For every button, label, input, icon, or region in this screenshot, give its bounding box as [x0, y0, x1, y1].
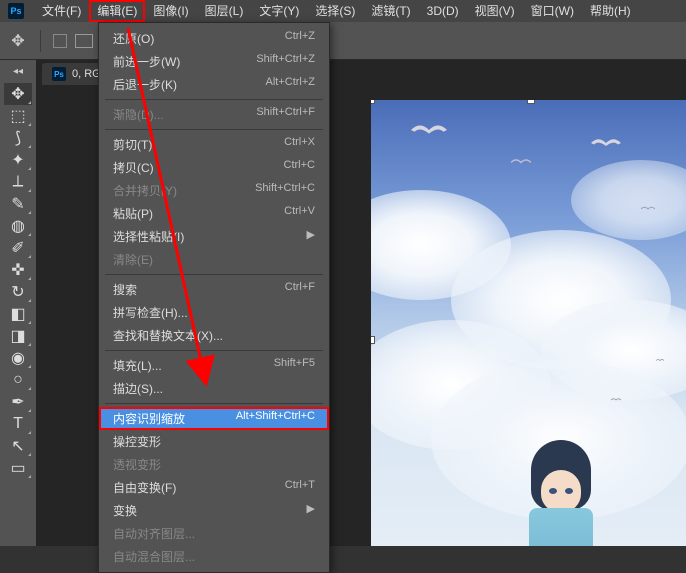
marquee-tool[interactable]: ⬚	[4, 105, 32, 127]
collapse-toolbar-icon[interactable]: ◂◂	[13, 66, 23, 77]
lasso-tool[interactable]: ⟆	[4, 127, 32, 149]
menu-item[interactable]: 变换▶	[99, 499, 329, 522]
dodge-tool[interactable]: ○	[4, 369, 32, 391]
menu-item[interactable]: 拼写检查(H)...	[99, 301, 329, 324]
menu-item: 自动对齐图层...	[99, 522, 329, 545]
menu-item-9[interactable]: 窗口(W)	[523, 0, 582, 22]
menu-item[interactable]: 后退一步(K)Alt+Ctrl+Z	[99, 73, 329, 96]
move-tool[interactable]: ✥	[4, 83, 32, 105]
ps-logo-icon: Ps	[8, 3, 24, 19]
menu-item[interactable]: 操控变形	[99, 430, 329, 453]
canvas-image	[371, 100, 686, 546]
pen-tool[interactable]: ✒	[4, 391, 32, 413]
toolbar: ◂◂ ✥⬚⟆✦⟂✎◍✐✜↻◧◨◉○✒T↖▭	[0, 60, 36, 546]
menu-item: 清除(E)	[99, 248, 329, 271]
transform-handle[interactable]	[527, 100, 535, 104]
menu-item-4[interactable]: 文字(Y)	[251, 0, 307, 22]
menu-item: 渐隐(D)...Shift+Ctrl+F	[99, 103, 329, 126]
doc-ps-icon: Ps	[52, 67, 66, 81]
menu-item-2[interactable]: 图像(I)	[145, 0, 196, 22]
menu-item[interactable]: 搜索Ctrl+F	[99, 278, 329, 301]
eraser-tool[interactable]: ◧	[4, 303, 32, 325]
menu-item[interactable]: 自由变换(F)Ctrl+T	[99, 476, 329, 499]
menu-item-10[interactable]: 帮助(H)	[582, 0, 639, 22]
brush-tool[interactable]: ✐	[4, 237, 32, 259]
menu-item[interactable]: 前进一步(W)Shift+Ctrl+Z	[99, 50, 329, 73]
menu-item-7[interactable]: 3D(D)	[419, 0, 467, 22]
menu-item[interactable]: 选择性粘贴(I)▶	[99, 225, 329, 248]
menu-item-8[interactable]: 视图(V)	[467, 0, 523, 22]
eyedropper-tool[interactable]: ✎	[4, 193, 32, 215]
rectangle-tool[interactable]: ▭	[4, 457, 32, 479]
auto-select-checkbox[interactable]	[53, 34, 67, 48]
menu-item-1[interactable]: 编辑(E)	[89, 0, 145, 22]
menu-item[interactable]: 描边(S)...	[99, 377, 329, 400]
menu-item[interactable]: 查找和替换文本(X)...	[99, 324, 329, 347]
clone-tool[interactable]: ✜	[4, 259, 32, 281]
blur-tool[interactable]: ◉	[4, 347, 32, 369]
menu-item[interactable]: 还原(O)Ctrl+Z	[99, 27, 329, 50]
menu-item-0[interactable]: 文件(F)	[34, 0, 89, 22]
canvas[interactable]	[371, 100, 686, 546]
menubar: Ps 文件(F)编辑(E)图像(I)图层(L)文字(Y)选择(S)滤镜(T)3D…	[0, 0, 686, 22]
edit-menu-dropdown: 还原(O)Ctrl+Z前进一步(W)Shift+Ctrl+Z后退一步(K)Alt…	[98, 22, 330, 573]
menu-item[interactable]: 拷贝(C)Ctrl+C	[99, 156, 329, 179]
menu-item-5[interactable]: 选择(S)	[307, 0, 363, 22]
menu-item[interactable]: 填充(L)...Shift+F5	[99, 354, 329, 377]
menu-item[interactable]: 粘贴(P)Ctrl+V	[99, 202, 329, 225]
history-brush-tool[interactable]: ↻	[4, 281, 32, 303]
magic-wand-tool[interactable]: ✦	[4, 149, 32, 171]
type-tool[interactable]: T	[4, 413, 32, 435]
menu-item-6[interactable]: 滤镜(T)	[363, 0, 418, 22]
menu-item: 合并拷贝(Y)Shift+Ctrl+C	[99, 179, 329, 202]
menu-item: 透视变形	[99, 453, 329, 476]
menu-item-3[interactable]: 图层(L)	[197, 0, 252, 22]
gradient-tool[interactable]: ◨	[4, 325, 32, 347]
path-tool[interactable]: ↖	[4, 435, 32, 457]
menu-item[interactable]: 剪切(T)Ctrl+X	[99, 133, 329, 156]
menu-item[interactable]: 内容识别缩放Alt+Shift+Ctrl+C	[99, 407, 329, 430]
healing-brush-tool[interactable]: ◍	[4, 215, 32, 237]
artboard-icon	[75, 34, 93, 48]
menu-item: 自动混合图层...	[99, 545, 329, 568]
transform-handle[interactable]	[371, 336, 375, 344]
move-tool-indicator-icon: ✥	[8, 31, 28, 51]
crop-tool[interactable]: ⟂	[4, 171, 32, 193]
transform-handle[interactable]	[371, 100, 375, 104]
